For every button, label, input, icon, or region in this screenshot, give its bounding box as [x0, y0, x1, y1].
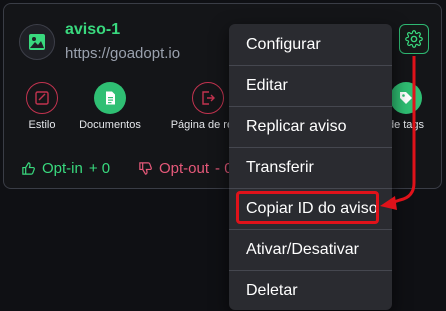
annotation-arrow — [380, 56, 416, 210]
screen: aviso-1 https://goadopt.io Estilo Docume… — [0, 0, 446, 311]
